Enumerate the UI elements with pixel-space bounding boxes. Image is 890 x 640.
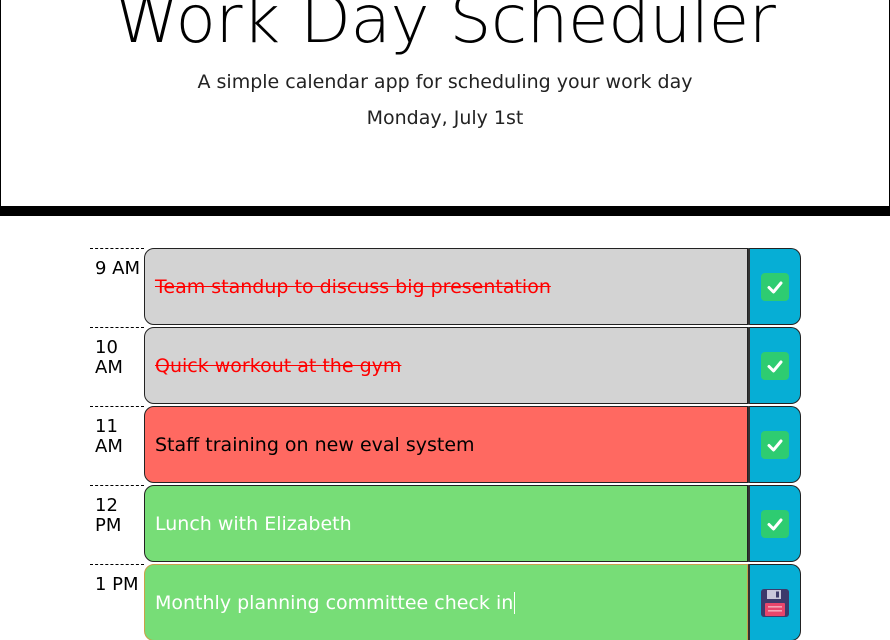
save-button[interactable]: [748, 564, 801, 640]
save-button[interactable]: [748, 406, 801, 483]
hour-label: 11 AM: [90, 406, 144, 485]
hour-label: 12 PM: [90, 485, 144, 564]
header-jumbotron: Work Day Scheduler A simple calendar app…: [0, 0, 890, 206]
current-day: Monday, July 1st: [366, 107, 524, 129]
timeblock-10am: 10 AM Quick workout at the gym: [90, 327, 801, 406]
save-button[interactable]: [748, 248, 801, 325]
hour-label: 10 AM: [90, 327, 144, 406]
timeblock-9am: 9 AM Team standup to discuss big present…: [90, 248, 801, 327]
page-subtitle: A simple calendar app for scheduling you…: [197, 71, 693, 93]
check-icon: [761, 351, 789, 380]
event-text: Lunch with Elizabeth: [155, 512, 352, 535]
timeblock-11am: 11 AM Staff training on new eval system: [90, 406, 801, 485]
hour-label: 1 PM: [90, 564, 144, 640]
save-button[interactable]: [748, 485, 801, 562]
page-title: Work Day Scheduler: [114, 0, 776, 58]
event-description[interactable]: Quick workout at the gym: [144, 327, 748, 404]
scheduler-page: Work Day Scheduler A simple calendar app…: [0, 0, 890, 640]
check-icon: [761, 430, 789, 459]
event-text: Staff training on new eval system: [155, 433, 475, 456]
check-icon: [761, 272, 789, 301]
event-description[interactable]: Staff training on new eval system: [144, 406, 748, 483]
event-description[interactable]: Team standup to discuss big presentation: [144, 248, 748, 325]
event-text: Quick workout at the gym: [155, 354, 402, 377]
timeblock-12pm: 12 PM Lunch with Elizabeth: [90, 485, 801, 564]
header-divider: [0, 206, 890, 216]
event-text: Team standup to discuss big presentation: [155, 275, 551, 298]
check-icon: [761, 509, 789, 538]
event-text: Monthly planning committee check in: [155, 591, 514, 614]
floppy-disk-icon: [761, 588, 789, 617]
hour-label: 9 AM: [90, 248, 144, 327]
save-button[interactable]: [748, 327, 801, 404]
event-description[interactable]: Monthly planning committee check in: [144, 564, 748, 640]
timeblock-1pm: 1 PM Monthly planning committee check in: [90, 564, 801, 640]
event-description[interactable]: Lunch with Elizabeth: [144, 485, 748, 562]
text-cursor: [514, 591, 516, 614]
